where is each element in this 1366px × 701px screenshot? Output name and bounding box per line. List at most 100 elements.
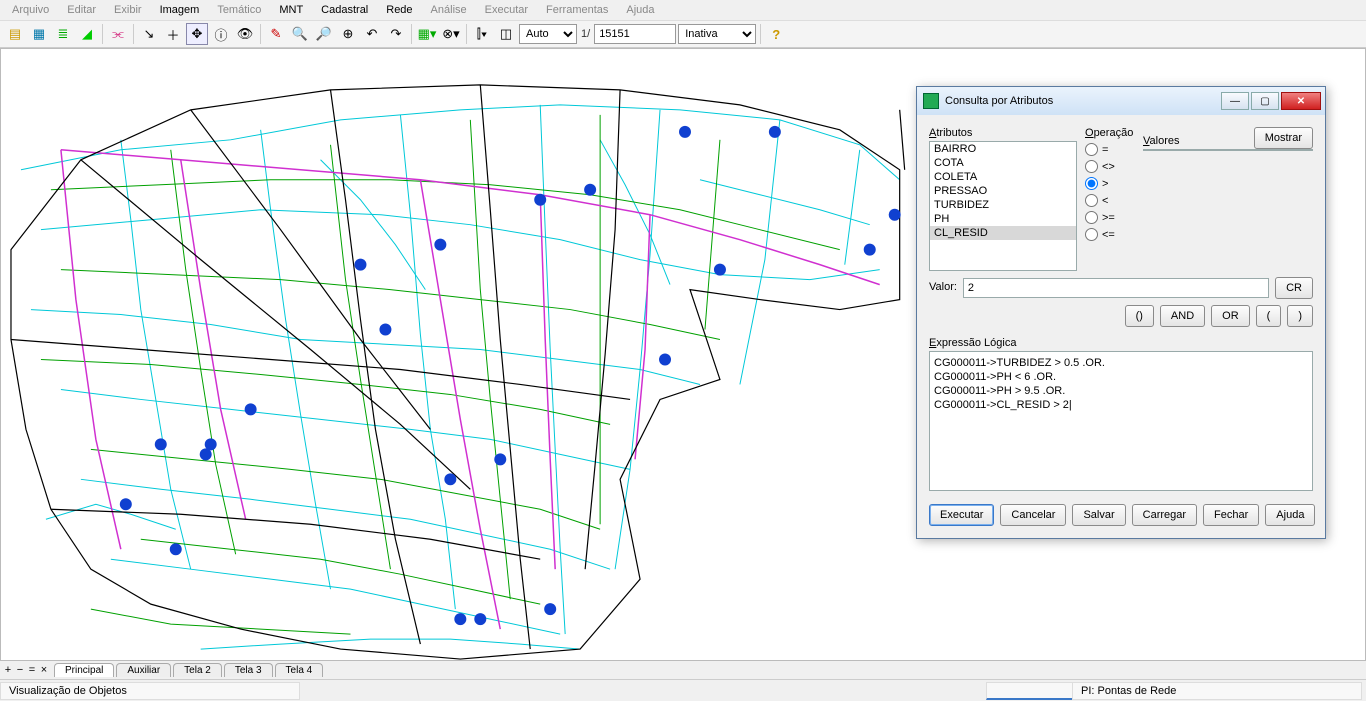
cancelar-button[interactable]: Cancelar <box>1000 504 1066 526</box>
measure-icon[interactable]: ⫿▾ <box>471 23 493 45</box>
zoom-in-icon[interactable]: 🔍 <box>289 23 311 45</box>
ruler-icon[interactable]: ◫ <box>495 23 517 45</box>
salvar-button[interactable]: Salvar <box>1072 504 1125 526</box>
map-point[interactable] <box>584 184 596 196</box>
map-point[interactable] <box>679 126 691 138</box>
menu-arquivo[interactable]: Arquivo <box>4 2 57 18</box>
map-point[interactable] <box>659 354 671 366</box>
op-=[interactable]: = <box>1085 143 1135 156</box>
eye-icon[interactable]: 👁 <box>234 23 256 45</box>
view-tab-tela 2[interactable]: Tela 2 <box>173 663 222 677</box>
add-icon[interactable]: ＋ <box>162 23 184 45</box>
map-point[interactable] <box>120 498 132 510</box>
menu-temático[interactable]: Temático <box>209 2 269 18</box>
op->=[interactable]: >= <box>1085 211 1135 224</box>
map-point[interactable] <box>245 403 257 415</box>
or-button[interactable]: OR <box>1211 305 1250 327</box>
carregar-button[interactable]: Carregar <box>1132 504 1197 526</box>
attr-item[interactable]: TURBIDEZ <box>930 198 1076 212</box>
map-point[interactable] <box>170 543 182 555</box>
tab-icon[interactable]: − <box>14 664 26 676</box>
valor-input[interactable] <box>963 278 1269 298</box>
map-point[interactable] <box>889 209 901 221</box>
op->[interactable]: > <box>1085 177 1135 190</box>
stack-icon[interactable]: ≣ <box>52 23 74 45</box>
mostrar-button[interactable]: Mostrar <box>1254 127 1313 149</box>
clear-parens-button[interactable]: () <box>1125 305 1154 327</box>
map-point[interactable] <box>155 438 167 450</box>
ajuda-button[interactable]: Ajuda <box>1265 504 1315 526</box>
chart-icon[interactable]: ⫘ <box>107 23 129 45</box>
close-paren-button[interactable]: ) <box>1287 305 1313 327</box>
import-icon[interactable]: ↘ <box>138 23 160 45</box>
maximize-button[interactable]: ▢ <box>1251 92 1279 110</box>
map-point[interactable] <box>544 603 556 615</box>
attr-item[interactable]: COLETA <box>930 170 1076 184</box>
attr-item[interactable]: PRESSAO <box>930 184 1076 198</box>
attr-item[interactable]: COTA <box>930 156 1076 170</box>
minimize-button[interactable]: — <box>1221 92 1249 110</box>
map-point[interactable] <box>379 324 391 336</box>
attr-item[interactable]: PH <box>930 212 1076 226</box>
expression-textarea[interactable] <box>929 351 1313 491</box>
menu-exibir[interactable]: Exibir <box>106 2 150 18</box>
menu-cadastral[interactable]: Cadastral <box>313 2 376 18</box>
scale-icon[interactable]: ⊗▾ <box>440 23 462 45</box>
map-point[interactable] <box>534 194 546 206</box>
map-point[interactable] <box>769 126 781 138</box>
and-button[interactable]: AND <box>1160 305 1205 327</box>
map-point[interactable] <box>200 448 212 460</box>
attributes-list[interactable]: BAIRROCOTACOLETAPRESSAOTURBIDEZPHCL_RESI… <box>929 141 1077 271</box>
scale-input[interactable] <box>594 24 676 44</box>
zoom-out-icon[interactable]: 🔎 <box>313 23 335 45</box>
redo-icon[interactable]: ↷ <box>385 23 407 45</box>
info-icon[interactable]: ⓘ <box>210 23 232 45</box>
view-tab-tela 3[interactable]: Tela 3 <box>224 663 273 677</box>
table-icon[interactable]: ▦▾ <box>416 23 438 45</box>
menu-análise[interactable]: Análise <box>423 2 475 18</box>
map-point[interactable] <box>714 264 726 276</box>
attr-item[interactable]: BAIRRO <box>930 142 1076 156</box>
menu-ferramentas[interactable]: Ferramentas <box>538 2 616 18</box>
close-button[interactable]: ✕ <box>1281 92 1321 110</box>
open-paren-button[interactable]: ( <box>1256 305 1282 327</box>
layers-icon[interactable]: ▤ <box>4 23 26 45</box>
tab-icon[interactable]: + <box>2 664 14 676</box>
panel-icon[interactable]: ▦ <box>28 23 50 45</box>
map-point[interactable] <box>454 613 466 625</box>
view-tab-auxiliar[interactable]: Auxiliar <box>116 663 171 677</box>
map-point[interactable] <box>864 244 876 256</box>
attr-item[interactable]: CL_RESID <box>930 226 1076 240</box>
menu-rede[interactable]: Rede <box>378 2 420 18</box>
help-icon[interactable]: ? <box>765 23 787 45</box>
undo-icon[interactable]: ↶ <box>361 23 383 45</box>
menu-executar[interactable]: Executar <box>477 2 536 18</box>
map-point[interactable] <box>474 613 486 625</box>
op-<[interactable]: < <box>1085 194 1135 207</box>
erase-icon[interactable]: ◢ <box>76 23 98 45</box>
cr-button[interactable]: CR <box>1275 277 1313 299</box>
map-point[interactable] <box>434 239 446 251</box>
map-point[interactable] <box>444 473 456 485</box>
pan-icon[interactable]: ✥ <box>186 23 208 45</box>
view-tab-tela 4[interactable]: Tela 4 <box>275 663 324 677</box>
zoom-area-icon[interactable]: ⊕ <box>337 23 359 45</box>
menu-mnt[interactable]: MNT <box>271 2 311 18</box>
pencil-icon[interactable]: ✎ <box>265 23 287 45</box>
menu-imagem[interactable]: Imagem <box>152 2 208 18</box>
tab-icon[interactable]: × <box>38 664 50 676</box>
op-<=[interactable]: <= <box>1085 228 1135 241</box>
view-tab-principal[interactable]: Principal <box>54 663 114 677</box>
op-<>[interactable]: <> <box>1085 160 1135 173</box>
dialog-titlebar[interactable]: Consulta por Atributos — ▢ ✕ <box>917 87 1325 115</box>
map-point[interactable] <box>354 259 366 271</box>
inativa-select[interactable]: Inativa <box>678 24 756 44</box>
valores-listbox[interactable] <box>1143 149 1313 151</box>
auto-select[interactable]: Auto <box>519 24 577 44</box>
menu-editar[interactable]: Editar <box>59 2 104 18</box>
map-point[interactable] <box>494 453 506 465</box>
tab-icon[interactable]: = <box>26 664 38 676</box>
menu-ajuda[interactable]: Ajuda <box>618 2 662 18</box>
executar-button[interactable]: Executar <box>929 504 994 526</box>
fechar-button[interactable]: Fechar <box>1203 504 1259 526</box>
